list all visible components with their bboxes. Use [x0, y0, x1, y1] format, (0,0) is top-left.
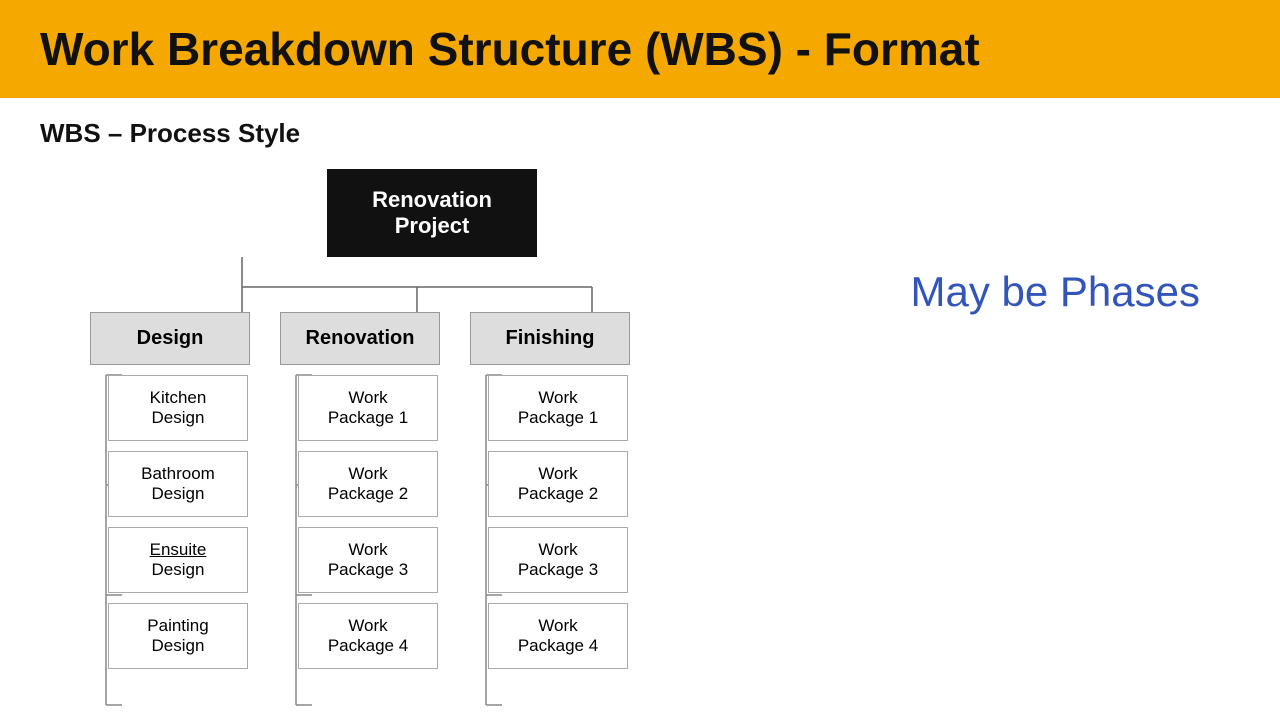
child-renovation-2: WorkPackage 2: [298, 451, 438, 517]
bracket-design: [92, 375, 108, 705]
level1-renovation: Renovation: [280, 312, 440, 365]
subtitle: WBS – Process Style: [40, 118, 1240, 149]
level1-finishing-label: Finishing: [506, 327, 595, 349]
child-finishing-4: WorkPackage 4: [488, 603, 628, 669]
children-finishing: WorkPackage 1 WorkPackage 2 WorkPackage …: [488, 375, 628, 705]
child-design-3: EnsuiteDesign: [108, 527, 248, 593]
level1-design-label: Design: [137, 327, 204, 349]
child-renovation-1: WorkPackage 1: [298, 375, 438, 441]
child-renovation-3: WorkPackage 3: [298, 527, 438, 593]
child-design-4: PaintingDesign: [108, 603, 248, 669]
child-finishing-1: WorkPackage 1: [488, 375, 628, 441]
col-design: Design KitchenDesign BathroomDesign: [70, 312, 270, 705]
child-finishing-2: WorkPackage 2: [488, 451, 628, 517]
children-renovation: WorkPackage 1 WorkPackage 2 WorkPackage …: [298, 375, 438, 705]
root-connector-svg: [137, 257, 737, 312]
wbs-diagram: Renovation Project Design: [40, 169, 820, 705]
child-design-2: BathroomDesign: [108, 451, 248, 517]
child-design-1: KitchenDesign: [108, 375, 248, 441]
level1-finishing: Finishing: [470, 312, 630, 365]
root-label: Renovation Project: [372, 187, 492, 238]
level1-renovation-label: Renovation: [306, 327, 415, 349]
children-design: KitchenDesign BathroomDesign EnsuiteDesi…: [108, 375, 248, 705]
may-be-phases: May be Phases: [911, 268, 1201, 316]
header: Work Breakdown Structure (WBS) - Format: [0, 0, 1280, 98]
col-renovation: Renovation WorkPackage 1 WorkPackage 2 W…: [260, 312, 460, 705]
bracket-finishing: [472, 375, 488, 705]
child-finishing-3: WorkPackage 3: [488, 527, 628, 593]
root-node: Renovation Project: [327, 169, 537, 257]
bracket-renovation: [282, 375, 298, 705]
page-title: Work Breakdown Structure (WBS) - Format: [40, 22, 1240, 76]
level1-design: Design: [90, 312, 250, 365]
child-renovation-4: WorkPackage 4: [298, 603, 438, 669]
col-finishing: Finishing WorkPackage 1 WorkPackage 2 Wo…: [450, 312, 650, 705]
